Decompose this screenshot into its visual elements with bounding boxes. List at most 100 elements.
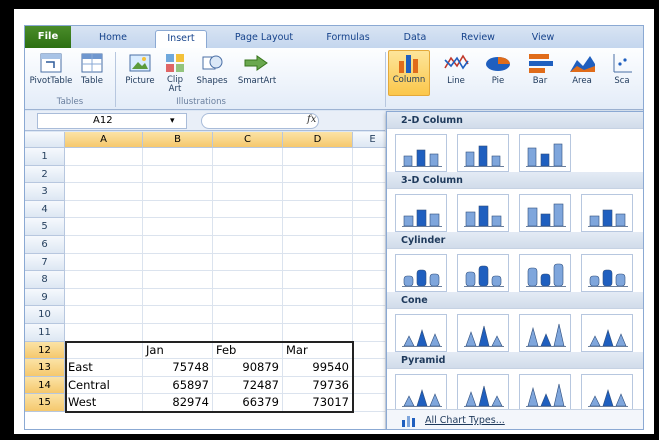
area-chart-button[interactable]: Area (565, 52, 599, 86)
cell[interactable]: 79736 (283, 376, 353, 395)
cell[interactable] (143, 148, 213, 166)
column-header-a[interactable]: A (65, 132, 143, 148)
all-chart-types-link[interactable]: All Chart Types... (387, 409, 643, 429)
cell[interactable] (213, 183, 283, 201)
cell[interactable] (283, 165, 353, 184)
cell[interactable] (283, 200, 353, 219)
column-header-b[interactable]: B (143, 132, 213, 148)
cell[interactable]: 66379 (213, 394, 283, 412)
cell[interactable] (283, 271, 353, 289)
row-header-15[interactable]: 15 (25, 394, 65, 412)
row-header-4[interactable]: 4 (25, 200, 65, 219)
row-header-6[interactable]: 6 (25, 236, 65, 254)
cell[interactable] (283, 236, 353, 254)
cell[interactable] (283, 183, 353, 201)
bar2d-chart-option-3[interactable] (519, 134, 571, 172)
bar2d-chart-option-2[interactable] (457, 134, 509, 172)
tab-view[interactable]: View (523, 30, 563, 48)
cell[interactable] (65, 200, 143, 219)
smartart-button[interactable]: SmartArt (233, 52, 281, 86)
cell[interactable] (143, 288, 213, 307)
row-header-10[interactable]: 10 (25, 306, 65, 324)
cone-chart-option-4[interactable] (581, 314, 633, 352)
cell[interactable] (65, 165, 143, 184)
cell[interactable]: Jan (143, 341, 213, 360)
cell[interactable] (65, 306, 143, 324)
bar3d-chart-option-2[interactable] (457, 194, 509, 232)
clip-art-button[interactable]: Clip Art (161, 52, 189, 94)
tab-file[interactable]: File (25, 26, 71, 48)
row-header-7[interactable]: 7 (25, 253, 65, 272)
chevron-down-icon[interactable]: ▾ (170, 114, 175, 128)
tab-insert[interactable]: Insert (155, 30, 207, 48)
row-header-11[interactable]: 11 (25, 324, 65, 342)
tab-formulas[interactable]: Formulas (317, 30, 379, 48)
scatter-chart-button[interactable]: Sca (607, 52, 637, 86)
table-button[interactable]: Table (75, 52, 109, 86)
bar2d-chart-option-1[interactable] (395, 134, 447, 172)
cell[interactable] (65, 183, 143, 201)
cyl-chart-option-4[interactable] (581, 254, 633, 292)
cell[interactable] (143, 306, 213, 324)
worksheet-grid[interactable]: A B C D E 1 2 3 4 5 6 7 8 9 10 11 12 Jan Feb Mar 13 East 75748… (25, 132, 393, 429)
cell[interactable] (213, 148, 283, 166)
cell[interactable]: 90879 (213, 359, 283, 377)
bar3d-chart-option-4[interactable] (581, 194, 633, 232)
cyl-chart-option-3[interactable] (519, 254, 571, 292)
pivottable-button[interactable]: PivotTable (29, 52, 73, 86)
cell[interactable] (65, 218, 143, 236)
cell[interactable] (65, 288, 143, 307)
cyl-chart-option-1[interactable] (395, 254, 447, 292)
select-all-corner[interactable] (25, 132, 65, 148)
column-header-c[interactable]: C (213, 132, 283, 148)
cell[interactable] (143, 324, 213, 342)
cell[interactable] (283, 253, 353, 272)
column-header-d[interactable]: D (283, 132, 353, 148)
shapes-button[interactable]: Shapes (193, 52, 231, 86)
cell[interactable] (143, 236, 213, 254)
cone-chart-option-2[interactable] (457, 314, 509, 352)
cell[interactable]: Mar (283, 341, 353, 360)
cell[interactable] (65, 253, 143, 272)
cell[interactable]: 65897 (143, 376, 213, 395)
cell[interactable]: 82974 (143, 394, 213, 412)
bar3d-chart-option-1[interactable] (395, 194, 447, 232)
cell[interactable] (283, 306, 353, 324)
cell[interactable] (213, 236, 283, 254)
row-header-2[interactable]: 2 (25, 165, 65, 184)
cell[interactable] (65, 324, 143, 342)
tab-data[interactable]: Data (395, 30, 435, 48)
cell[interactable] (213, 253, 283, 272)
row-header-3[interactable]: 3 (25, 183, 65, 201)
cell[interactable]: 75748 (143, 359, 213, 377)
cyl-chart-option-2[interactable] (457, 254, 509, 292)
row-header-12[interactable]: 12 (25, 341, 65, 360)
cell[interactable] (213, 271, 283, 289)
cell[interactable] (283, 218, 353, 236)
cell[interactable]: 99540 (283, 359, 353, 377)
cell[interactable]: 72487 (213, 376, 283, 395)
pyr-chart-option-2[interactable] (457, 374, 509, 412)
column-chart-button[interactable]: Column (388, 50, 430, 96)
cell[interactable] (143, 200, 213, 219)
bar-chart-button[interactable]: Bar (523, 52, 557, 86)
row-header-13[interactable]: 13 (25, 359, 65, 377)
cell[interactable]: Feb (213, 341, 283, 360)
cell[interactable]: West (65, 394, 143, 412)
cell[interactable] (143, 218, 213, 236)
cell[interactable] (213, 306, 283, 324)
cell[interactable] (143, 165, 213, 184)
cone-chart-option-1[interactable] (395, 314, 447, 352)
name-box[interactable]: A12 ▾ (37, 113, 187, 129)
cell[interactable] (143, 271, 213, 289)
pyr-chart-option-3[interactable] (519, 374, 571, 412)
cell[interactable] (65, 271, 143, 289)
cell[interactable] (213, 165, 283, 184)
cell[interactable] (143, 253, 213, 272)
tab-page-layout[interactable]: Page Layout (229, 30, 299, 48)
cell[interactable] (213, 324, 283, 342)
cell[interactable] (283, 324, 353, 342)
cell[interactable] (65, 236, 143, 254)
cell[interactable] (213, 218, 283, 236)
cell[interactable]: Central (65, 376, 143, 395)
